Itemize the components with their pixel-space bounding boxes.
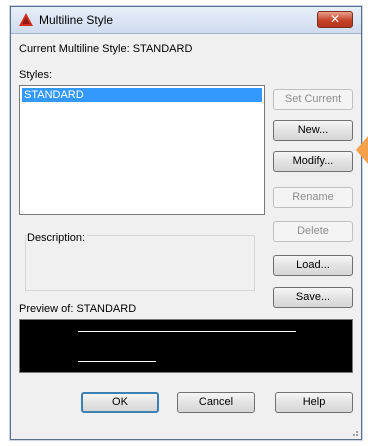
cancel-button[interactable]: Cancel [177,392,255,413]
new-button[interactable]: New... [273,120,353,141]
resize-grip-icon[interactable] [349,427,359,437]
title-bar[interactable]: Multiline Style ✕ [11,7,361,34]
close-button[interactable]: ✕ [317,11,353,28]
load-button[interactable]: Load... [273,255,353,276]
preview-label: Preview of: STANDARD [19,303,137,315]
preview-line-bottom [78,361,156,362]
modify-button[interactable]: Modify... [273,151,353,172]
save-button[interactable]: Save... [273,287,353,308]
window-title: Multiline Style [39,13,114,27]
preview-panel [19,319,353,373]
delete-button[interactable]: Delete [273,221,353,242]
callout-arrow-icon [356,136,368,164]
current-style-label: Current Multiline Style: STANDARD [19,43,193,55]
rename-button[interactable]: Rename [273,187,353,208]
help-button[interactable]: Help [275,392,353,413]
multiline-style-dialog: Multiline Style ✕ Current Multiline Styl… [10,6,362,440]
styles-list[interactable]: STANDARD [19,85,265,215]
list-item-standard[interactable]: STANDARD [22,88,262,102]
ok-button[interactable]: OK [81,392,159,413]
description-label: Description: [27,232,88,244]
autocad-logo-icon [19,13,33,26]
styles-label: Styles: [19,69,53,81]
set-current-button[interactable]: Set Current [273,89,353,110]
preview-line-top [78,331,296,332]
